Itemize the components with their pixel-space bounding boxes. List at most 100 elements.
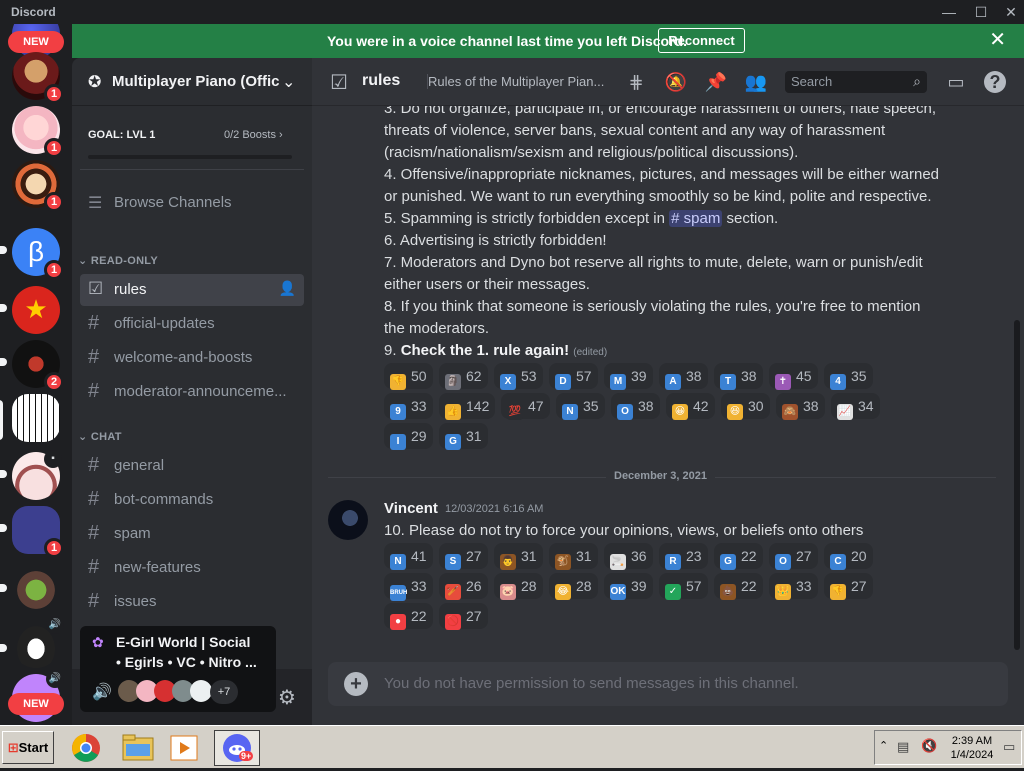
- reaction-chip[interactable]: 📈 34: [831, 393, 880, 420]
- clock[interactable]: 2:39 AM 1/4/2024: [947, 734, 997, 762]
- reaction-chip[interactable]: A 38: [659, 363, 708, 390]
- tray-expand-icon[interactable]: ⌃: [879, 739, 888, 752]
- member-list-icon[interactable]: 👥: [744, 70, 768, 94]
- reaction-chip[interactable]: M 39: [604, 363, 653, 390]
- channel-bot-commands[interactable]: # bot-commands: [80, 484, 304, 516]
- channel-topic[interactable]: Rules of the Multiplayer Pian...: [427, 74, 617, 89]
- reaction-chip[interactable]: 💯 47: [501, 393, 550, 420]
- reaction-chip[interactable]: 👎 50: [384, 363, 433, 390]
- reaction-chip[interactable]: 🐒 31: [549, 543, 598, 570]
- reaction-chip[interactable]: 👑 33: [769, 573, 818, 600]
- category-chat[interactable]: ⌄ CHAT: [78, 430, 122, 443]
- server-icon-2[interactable]: 1: [12, 52, 64, 104]
- browse-channels[interactable]: ☰ Browse Channels: [80, 187, 304, 219]
- discord-taskbar-button[interactable]: 9+: [214, 730, 260, 766]
- threads-icon[interactable]: ⋕: [624, 70, 648, 94]
- server-icon-4[interactable]: 1: [12, 160, 64, 212]
- server-icon-12[interactable]: 🔊: [12, 616, 64, 668]
- file-explorer-icon[interactable]: [120, 730, 156, 766]
- server-icon-11[interactable]: [12, 566, 60, 614]
- chat-scrollbar[interactable]: [1014, 320, 1020, 650]
- spam-channel-mention[interactable]: # spam: [669, 210, 723, 227]
- close-window-button[interactable]: ✕: [998, 2, 1024, 22]
- reaction-chip[interactable]: 🚬 36: [604, 543, 653, 570]
- help-icon[interactable]: ?: [984, 71, 1006, 93]
- channel-welcome-and-boosts[interactable]: # welcome-and-boosts: [80, 342, 304, 374]
- reaction-chip[interactable]: 💩 22: [714, 573, 763, 600]
- reaction-chip[interactable]: 👍 142: [439, 393, 496, 420]
- reaction-chip[interactable]: ✓ 57: [659, 573, 708, 600]
- notification-bell-muted-icon[interactable]: 🔕: [664, 70, 688, 94]
- channel-general[interactable]: # general: [80, 450, 304, 482]
- category-read-only[interactable]: ⌄ READ-ONLY: [78, 254, 158, 267]
- new-unreads-pill[interactable]: NEW: [8, 31, 64, 53]
- new-unreads-pill-bottom[interactable]: NEW: [8, 693, 64, 715]
- server-icon-7[interactable]: 2: [12, 340, 64, 392]
- search-input[interactable]: Search ⌕: [785, 71, 927, 93]
- boost-count[interactable]: 0/2 Boosts ›: [224, 129, 283, 141]
- boost-goal[interactable]: GOAL: LVL 1: [88, 129, 155, 141]
- reaction-chip[interactable]: 🐷 28: [494, 573, 543, 600]
- reaction-chip[interactable]: I 29: [384, 423, 433, 450]
- start-button[interactable]: ⊞Start: [2, 731, 54, 764]
- reaction-chip[interactable]: ✝ 45: [769, 363, 818, 390]
- add-member-icon[interactable]: 👤: [279, 280, 296, 297]
- network-icon[interactable]: ▤: [897, 739, 909, 755]
- chrome-icon[interactable]: [68, 730, 104, 766]
- reaction-chip[interactable]: 😀 42: [666, 393, 715, 420]
- channel-spam[interactable]: # spam: [80, 518, 304, 550]
- pin-icon[interactable]: 📌: [704, 70, 728, 94]
- banner-close-icon[interactable]: ✕: [989, 30, 1006, 50]
- reconnect-button[interactable]: Reconnect: [658, 28, 745, 53]
- inbox-icon[interactable]: ▭: [944, 70, 968, 94]
- minimize-button[interactable]: —: [936, 2, 962, 22]
- reaction-chip[interactable]: 9 33: [384, 393, 433, 420]
- channel-official-updates[interactable]: # official-updates: [80, 308, 304, 340]
- reaction-chip[interactable]: R 23: [659, 543, 708, 570]
- reaction-chip[interactable]: 🙈 38: [776, 393, 825, 420]
- channel-new-features[interactable]: # new-features: [80, 552, 304, 584]
- reaction-chip[interactable]: X 53: [494, 363, 543, 390]
- server-icon-6[interactable]: ★: [12, 286, 60, 334]
- reaction-chip[interactable]: 🚫 27: [439, 603, 488, 630]
- reaction-chip[interactable]: N 41: [384, 543, 433, 570]
- settings-gear-icon[interactable]: ⚙: [278, 685, 296, 710]
- channel-moderator-announcements[interactable]: # moderator-announceme...: [80, 376, 304, 408]
- reaction-chip[interactable]: 😂 28: [549, 573, 598, 600]
- reaction-chip[interactable]: O 27: [769, 543, 818, 570]
- server-icon-3[interactable]: 1: [12, 106, 64, 158]
- reaction-chip[interactable]: S 27: [439, 543, 488, 570]
- reaction-chip[interactable]: G 22: [714, 543, 763, 570]
- show-desktop-icon[interactable]: ▭: [1003, 739, 1015, 755]
- reaction-chip[interactable]: T 38: [714, 363, 763, 390]
- volume-muted-icon[interactable]: 🔇: [921, 738, 937, 754]
- reaction-chip[interactable]: OK 39: [604, 573, 653, 600]
- message-composer[interactable]: + You do not have permission to send mes…: [328, 662, 1008, 706]
- reaction-chip[interactable]: 👨 31: [494, 543, 543, 570]
- reaction-chip[interactable]: D 57: [549, 363, 598, 390]
- avatar[interactable]: [328, 500, 368, 540]
- maximize-button[interactable]: ☐: [968, 2, 994, 22]
- reaction-chip[interactable]: BRUH 33: [384, 573, 433, 601]
- reaction-chip[interactable]: ● 22: [384, 603, 433, 630]
- reaction-chip[interactable]: C 20: [824, 543, 873, 570]
- server-folder[interactable]: 1: [12, 506, 64, 558]
- reaction-chip[interactable]: 🏏 26: [439, 573, 488, 600]
- server-header[interactable]: ✪ Multiplayer Piano (Offic ⌄: [72, 58, 312, 106]
- reaction-chip[interactable]: 🗿 62: [439, 363, 488, 390]
- server-icon-5[interactable]: β 1: [12, 228, 64, 280]
- reaction-chip[interactable]: 😆 30: [721, 393, 770, 420]
- reaction-chip[interactable]: N 35: [556, 393, 605, 420]
- reaction-chip[interactable]: G 31: [439, 423, 488, 450]
- reaction-chip[interactable]: O 38: [611, 393, 660, 420]
- media-player-icon[interactable]: [166, 730, 202, 766]
- reaction-chip[interactable]: 👎 27: [824, 573, 873, 600]
- channel-rules[interactable]: ☑ rules 👤: [80, 274, 304, 306]
- rules-channel-icon: ☑: [330, 72, 348, 94]
- server-icon-multiplayer-piano[interactable]: [12, 394, 60, 442]
- voice-channel-popup[interactable]: ✿ E-Girl World | Social • Egirls • VC • …: [80, 626, 276, 712]
- reaction-chip[interactable]: 4 35: [824, 363, 873, 390]
- channel-issues[interactable]: # issues: [80, 586, 304, 618]
- server-icon-9[interactable]: ▪: [12, 450, 62, 500]
- message-author[interactable]: Vincent: [384, 500, 438, 517]
